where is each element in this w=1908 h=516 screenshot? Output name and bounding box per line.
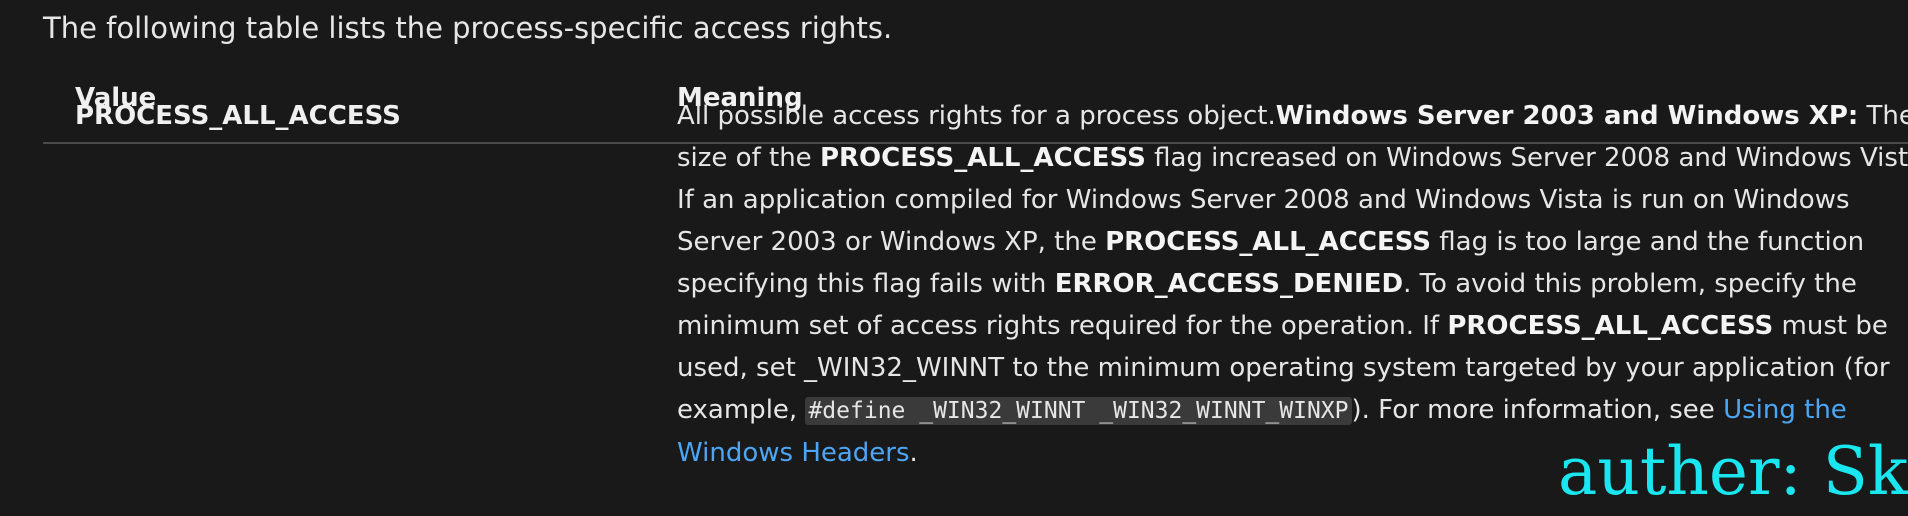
cell-value: PROCESS_ALL_ACCESS xyxy=(75,101,401,131)
inline-code: #define _WIN32_WINNT _WIN32_WINNT_WINXP xyxy=(805,397,1352,425)
meaning-text: . xyxy=(909,438,918,468)
intro-text: The following table lists the process-sp… xyxy=(43,11,893,45)
meaning-bold-constant: PROCESS_ALL_ACCESS xyxy=(1447,311,1774,341)
meaning-bold-os-note: Windows Server 2003 and Windows XP: xyxy=(1275,101,1859,131)
cell-meaning: All possible access rights for a process… xyxy=(677,95,1908,474)
meaning-bold-constant: PROCESS_ALL_ACCESS xyxy=(1105,227,1431,257)
meaning-text: ). For more information, see xyxy=(1351,395,1724,425)
meaning-text: All possible access rights for a process… xyxy=(677,101,1276,131)
meaning-bold-error: ERROR_ACCESS_DENIED xyxy=(1054,269,1404,299)
meaning-bold-constant: PROCESS_ALL_ACCESS xyxy=(819,143,1146,173)
